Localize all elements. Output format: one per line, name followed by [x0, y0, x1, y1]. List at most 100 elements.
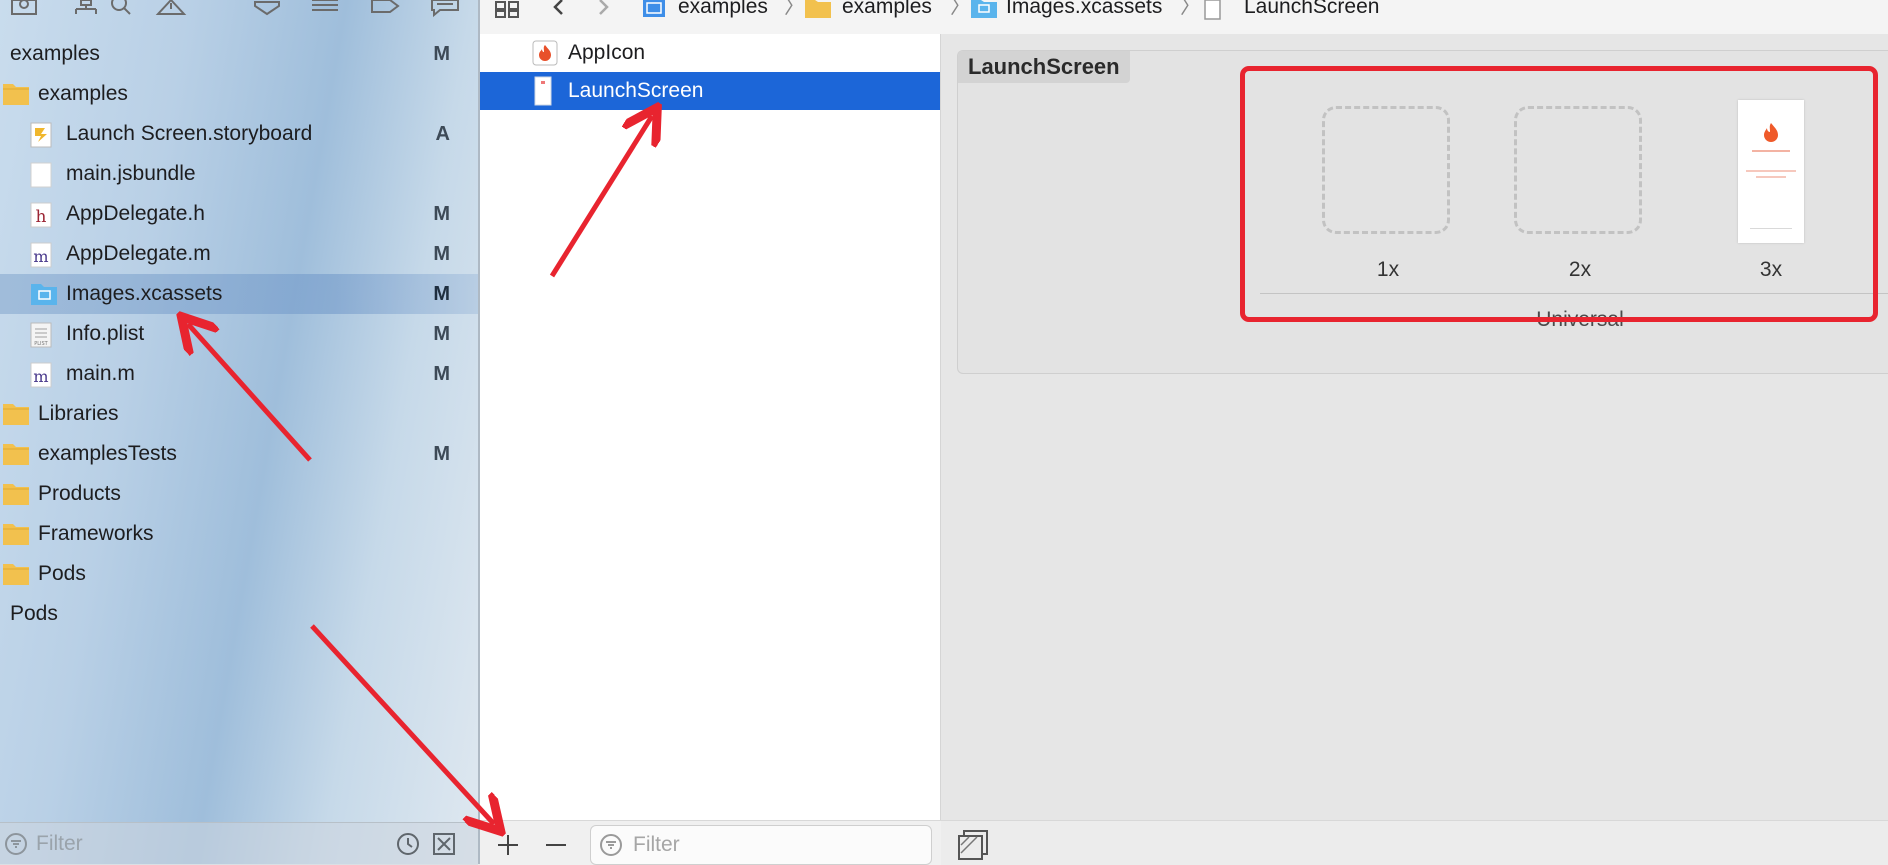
svg-text:m: m: [33, 247, 48, 266]
file-tree-row[interactable]: Pods: [0, 554, 478, 594]
file-tree-row[interactable]: examplesTests M: [0, 434, 478, 474]
file-tree-row-label: Libraries: [38, 402, 119, 425]
file-tree-row-label: Pods: [10, 602, 58, 625]
asset-list-item-launchscreen[interactable]: LaunchScreen: [480, 72, 940, 110]
breadcrumb-image-set[interactable]: LaunchScreen: [1244, 0, 1379, 17]
file-tree-row-label: examples: [38, 82, 128, 105]
source-control-status-badge: A: [435, 123, 450, 145]
folder-icon: [2, 82, 29, 106]
file-tree-row-label: main.m: [66, 362, 135, 385]
file-tree-row[interactable]: examples M: [0, 34, 478, 74]
file-tree-row[interactable]: examples: [0, 74, 478, 114]
asset-list-item-appicon[interactable]: AppIcon: [480, 34, 940, 72]
app-icon-set-icon: [532, 40, 558, 66]
file-tree-row-label: Products: [38, 482, 121, 505]
breadcrumb-separator: 〉: [1180, 0, 1201, 18]
navigator-filter-input[interactable]: Filter: [36, 823, 83, 865]
asset-list-bottom-bar: Filter: [480, 820, 941, 865]
asset-filter-input[interactable]: Filter: [633, 826, 680, 864]
breadcrumb-separator: 〉: [784, 0, 805, 18]
find-icon[interactable]: [104, 0, 138, 20]
source-control-status-badge: M: [433, 283, 450, 305]
file-tree-row-label: Images.xcassets: [66, 282, 223, 305]
source-control-icon[interactable]: [70, 0, 104, 20]
svg-text:m: m: [33, 367, 48, 386]
file-tree-row[interactable]: main.jsbundle: [0, 154, 478, 194]
test-icon[interactable]: [250, 0, 284, 20]
file-tree-row[interactable]: Launch Screen.storyboard A: [0, 114, 478, 154]
related-items-icon[interactable]: [494, 0, 520, 18]
jump-bar: examples 〉 examples 〉 Images.xcassets 〉 …: [480, 0, 1888, 35]
breadcrumb-project[interactable]: examples: [678, 0, 768, 17]
forward-arrow-icon[interactable]: [594, 0, 612, 18]
source-control-status-badge: M: [433, 243, 450, 265]
folder-icon: [805, 0, 831, 18]
breadcrumb-asset-catalog[interactable]: Images.xcassets: [1006, 0, 1162, 17]
folder-icon: [2, 522, 29, 546]
image-set-title: LaunchScreen: [958, 51, 1130, 83]
folder-icon: [2, 442, 29, 466]
filter-icon: [600, 834, 622, 856]
file-tree-row-label: main.jsbundle: [66, 162, 196, 185]
project-file-icon: [643, 0, 665, 17]
asset-list: AppIcon LaunchScreen: [480, 34, 941, 820]
file-tree-row-label: Frameworks: [38, 522, 154, 545]
file-tree-row[interactable]: PLIST Info.plist M: [0, 314, 478, 354]
debug-icon[interactable]: [308, 0, 342, 20]
recent-files-icon[interactable]: [396, 832, 420, 856]
file-tree-row-label: examplesTests: [38, 442, 177, 465]
report-icon[interactable]: [428, 0, 462, 20]
source-control-status-badge: M: [433, 43, 450, 65]
filter-icon: [5, 833, 27, 855]
asset-list-item-label: LaunchScreen: [568, 79, 704, 102]
file-tree-row[interactable]: Frameworks: [0, 514, 478, 554]
breakpoint-icon[interactable]: [368, 0, 402, 20]
svg-text:PLIST: PLIST: [34, 341, 48, 347]
file-tree-row[interactable]: Products: [0, 474, 478, 514]
source-control-filter-icon[interactable]: [432, 832, 456, 856]
file-tree-row[interactable]: Images.xcassets M: [0, 274, 478, 314]
back-arrow-icon[interactable]: [550, 0, 568, 18]
asset-catalog-icon: [971, 0, 997, 18]
editor-bottom-bar: [941, 820, 1888, 865]
image-set-icon: [1204, 0, 1221, 20]
breadcrumb-group[interactable]: examples: [842, 0, 932, 17]
file-tree-row[interactable]: Pods: [0, 594, 478, 634]
remove-asset-icon[interactable]: [544, 833, 568, 857]
source-control-status-badge: M: [433, 323, 450, 345]
storyboard-file-icon: [30, 122, 56, 148]
image-set-icon: [534, 76, 552, 106]
file-tree-row-label: Pods: [38, 562, 86, 585]
header-file-icon: h: [30, 202, 56, 228]
file-tree-row-label: Info.plist: [66, 322, 145, 345]
annotation-highlight-box: [1240, 66, 1878, 322]
navigator-filter-bar[interactable]: Filter: [0, 822, 478, 865]
svg-text:h: h: [36, 207, 47, 227]
file-tree-row[interactable]: m AppDelegate.m M: [0, 234, 478, 274]
asset-filter-field[interactable]: Filter: [590, 825, 932, 865]
issue-icon[interactable]: [154, 0, 188, 20]
file-tree-row-label: AppDelegate.h: [66, 202, 205, 225]
asset-list-item-label: AppIcon: [568, 41, 646, 64]
source-control-status-badge: M: [433, 363, 450, 385]
navigator-toolbar: [0, 0, 478, 34]
project-navigator-icon[interactable]: [8, 0, 42, 20]
folder-icon: [2, 482, 29, 506]
blank-file-icon: [30, 162, 56, 188]
add-asset-icon[interactable]: [496, 833, 520, 857]
file-tree-row[interactable]: h AppDelegate.h M: [0, 194, 478, 234]
file-tree-row-label: Launch Screen.storyboard: [66, 122, 313, 145]
plist-file-icon: PLIST: [30, 322, 56, 348]
objc-file-icon: m: [30, 242, 56, 268]
show-slots-icon[interactable]: [957, 829, 989, 861]
source-control-status-badge: M: [433, 203, 450, 225]
breadcrumb-separator: 〉: [950, 0, 971, 18]
file-tree-row[interactable]: m main.m M: [0, 354, 478, 394]
project-navigator: examples Mexamples Launch Screen.storyboar…: [0, 0, 480, 865]
file-tree-row-label: examples: [10, 42, 100, 65]
objc-file-icon: m: [30, 362, 56, 388]
file-tree-row[interactable]: Libraries: [0, 394, 478, 434]
folder-icon: [2, 402, 29, 426]
source-control-status-badge: M: [433, 443, 450, 465]
asset-catalog-icon: [30, 282, 57, 306]
